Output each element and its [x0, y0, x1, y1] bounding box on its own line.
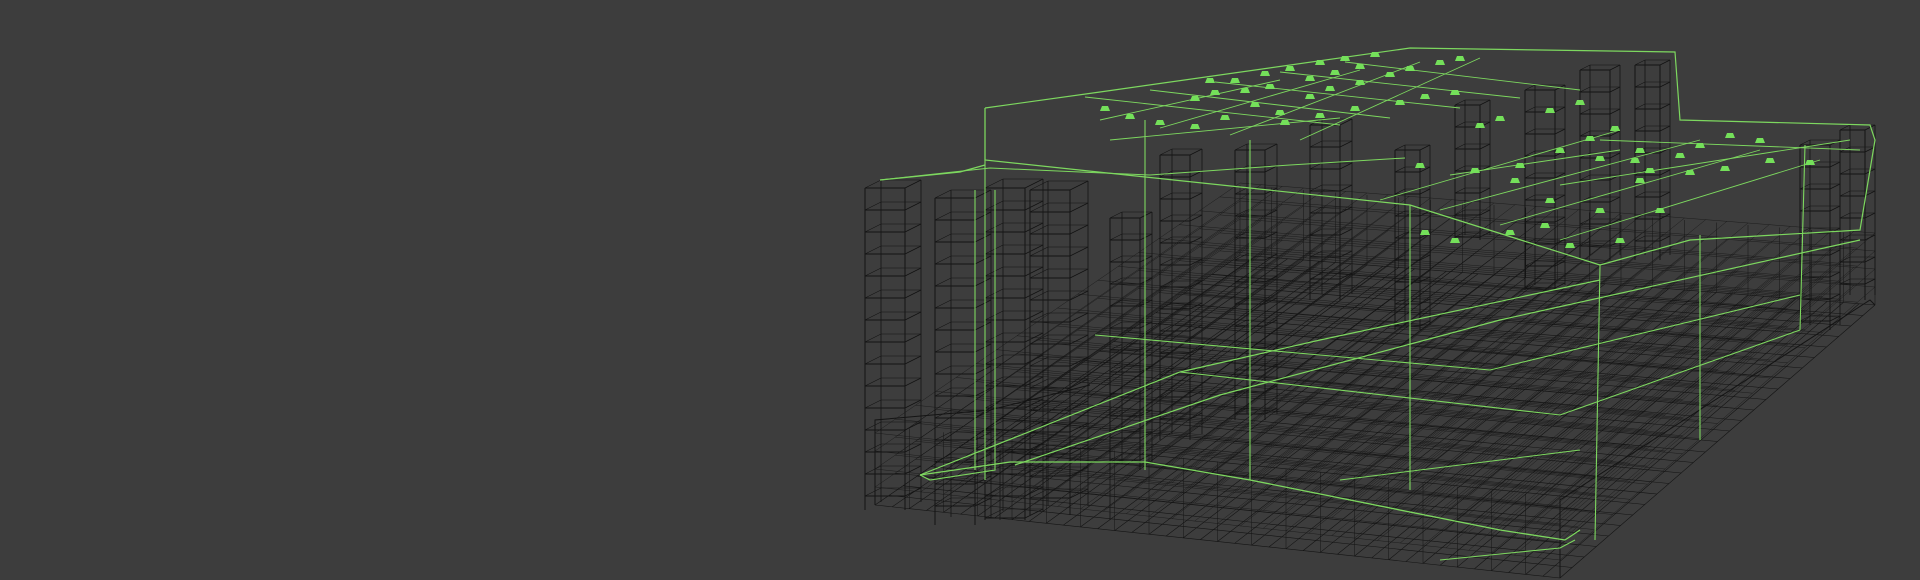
- sprinkler-head-icon: [1675, 153, 1685, 158]
- sprinkler-head-icon: [1415, 163, 1425, 168]
- sprinkler-head-icon: [1435, 60, 1445, 65]
- sprinkler-fittings: [1100, 52, 1815, 248]
- sprinkler-head-icon: [1260, 71, 1270, 76]
- sprinkler-head-icon: [1355, 64, 1365, 69]
- sprinkler-head-icon: [1305, 76, 1315, 81]
- sprinkler-head-icon: [1655, 208, 1665, 213]
- structure-wireframe: [864, 59, 1876, 579]
- sprinkler-head-icon: [1280, 120, 1290, 125]
- sprinkler-head-icon: [1475, 123, 1485, 128]
- sprinkler-head-icon: [1505, 230, 1515, 235]
- sprinkler-head-icon: [1755, 138, 1765, 143]
- sprinkler-piping: [879, 47, 1876, 561]
- sprinkler-head-icon: [1315, 113, 1325, 118]
- sprinkler-head-icon: [1395, 100, 1405, 105]
- sprinkler-head-icon: [1275, 110, 1285, 115]
- sprinkler-head-icon: [1585, 136, 1595, 141]
- sprinkler-head-icon: [1495, 116, 1505, 121]
- sprinkler-head-icon: [1725, 133, 1735, 138]
- sprinkler-head-icon: [1220, 115, 1230, 120]
- sprinkler-head-icon: [1540, 223, 1550, 228]
- sprinkler-head-icon: [1190, 96, 1200, 101]
- sprinkler-head-icon: [1455, 56, 1465, 61]
- wireframe-model[interactable]: [0, 0, 1920, 580]
- sprinkler-head-icon: [1450, 238, 1460, 243]
- sprinkler-head-icon: [1330, 70, 1340, 75]
- sprinkler-head-icon: [1545, 198, 1555, 203]
- sprinkler-head-icon: [1635, 178, 1645, 183]
- sprinkler-head-icon: [1385, 72, 1395, 77]
- sprinkler-head-icon: [1350, 106, 1360, 111]
- sprinkler-head-icon: [1285, 66, 1295, 71]
- sprinkler-head-icon: [1765, 158, 1775, 163]
- sprinkler-head-icon: [1615, 238, 1625, 243]
- sprinkler-head-icon: [1265, 84, 1275, 89]
- sprinkler-head-icon: [1595, 156, 1605, 161]
- sprinkler-head-icon: [1325, 86, 1335, 91]
- sprinkler-head-icon: [1420, 230, 1430, 235]
- 3d-viewport[interactable]: [0, 0, 1920, 580]
- sprinkler-head-icon: [1205, 78, 1215, 83]
- sprinkler-head-icon: [1510, 178, 1520, 183]
- sprinkler-head-icon: [1230, 78, 1240, 83]
- sprinkler-head-icon: [1805, 160, 1815, 165]
- sprinkler-head-icon: [1470, 168, 1480, 173]
- sprinkler-head-icon: [1305, 94, 1315, 99]
- sprinkler-head-icon: [1190, 124, 1200, 129]
- sprinkler-head-icon: [1125, 114, 1135, 119]
- sprinkler-head-icon: [1565, 243, 1575, 248]
- sprinkler-head-icon: [1420, 94, 1430, 99]
- sprinkler-head-icon: [1720, 166, 1730, 171]
- sprinkler-head-icon: [1155, 120, 1165, 125]
- sprinkler-head-icon: [1645, 168, 1655, 173]
- sprinkler-head-icon: [1610, 126, 1620, 131]
- sprinkler-head-icon: [1210, 90, 1220, 95]
- sprinkler-head-icon: [1575, 100, 1585, 105]
- sprinkler-head-icon: [1595, 208, 1605, 213]
- sprinkler-head-icon: [1545, 108, 1555, 113]
- sprinkler-head-icon: [1100, 106, 1110, 111]
